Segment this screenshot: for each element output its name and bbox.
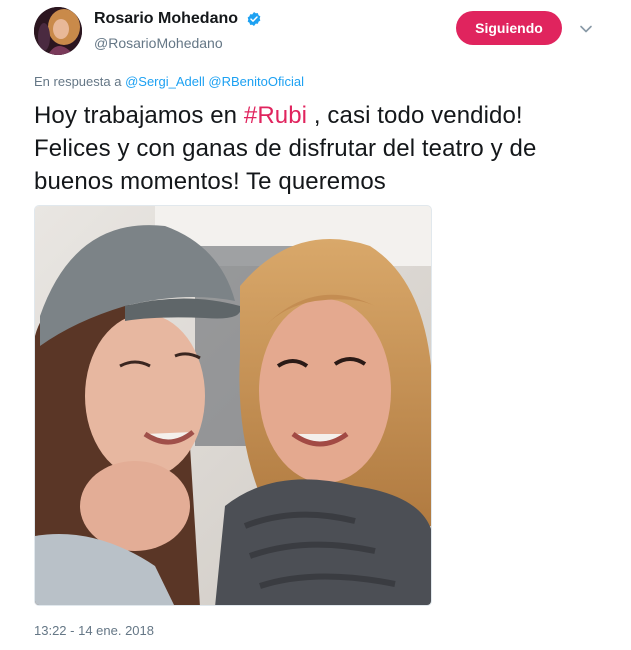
mention-link-1[interactable]: @Sergi_Adell bbox=[125, 74, 205, 89]
following-button[interactable]: Siguiendo bbox=[456, 11, 562, 45]
author-avatar[interactable] bbox=[34, 7, 82, 55]
reply-prefix: En respuesta a bbox=[34, 74, 122, 89]
selfie-photo-image bbox=[35, 206, 431, 605]
avatar-image bbox=[34, 7, 82, 55]
author-display-name[interactable]: Rosario Mohedano bbox=[94, 9, 238, 29]
tweet-text-start: Hoy trabajamos en bbox=[34, 102, 244, 129]
tweet-text: Hoy trabajamos en #Rubi , casi todo vend… bbox=[34, 99, 604, 198]
author-handle[interactable]: @RosarioMohedano bbox=[94, 34, 262, 52]
chevron-down-icon[interactable] bbox=[578, 21, 594, 37]
hashtag-link[interactable]: #Rubi bbox=[244, 102, 307, 129]
verified-badge-icon bbox=[248, 12, 261, 26]
tweet-timestamp[interactable]: 13:22 - 14 ene. 2018 bbox=[34, 623, 154, 639]
tweet-photo[interactable] bbox=[34, 205, 432, 606]
author-info: Rosario Mohedano @RosarioMohedano bbox=[94, 9, 262, 52]
mention-link-2[interactable]: @RBenitoOficial bbox=[208, 74, 304, 89]
tweet-header: Rosario Mohedano @RosarioMohedano Siguie… bbox=[34, 7, 604, 55]
reply-context: En respuesta a @Sergi_Adell @RBenitoOfic… bbox=[34, 74, 304, 90]
